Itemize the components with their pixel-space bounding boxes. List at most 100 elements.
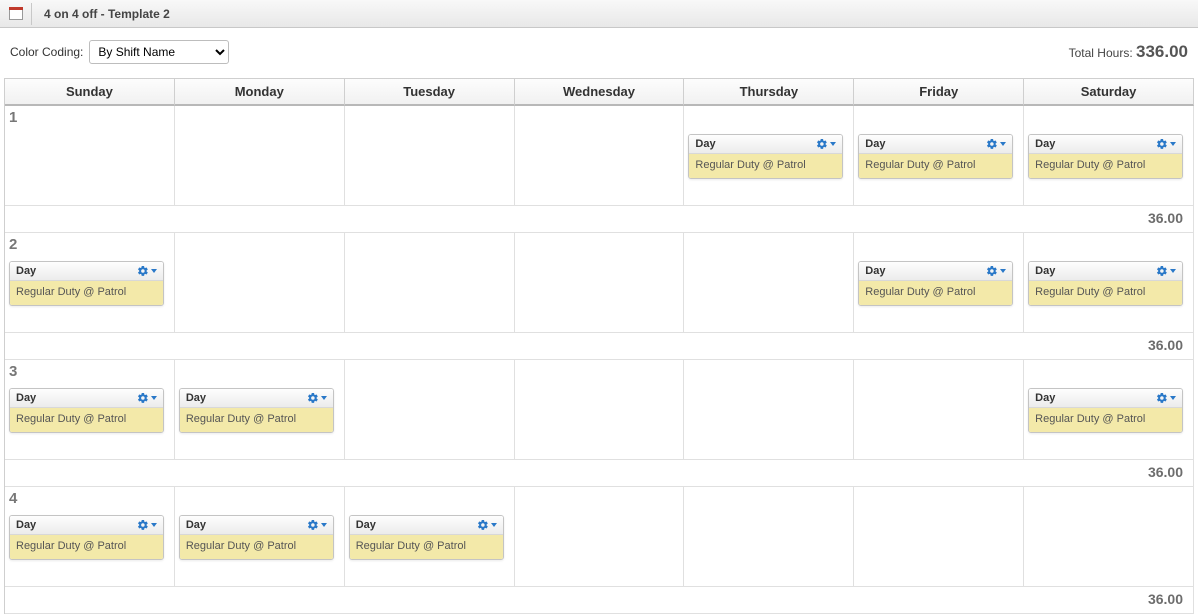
day-header: Wednesday — [515, 79, 685, 106]
day-cell[interactable] — [515, 360, 685, 460]
page-title: 4 on 4 off - Template 2 — [38, 7, 170, 21]
shift-card-header: Day — [689, 135, 842, 154]
chevron-down-icon — [321, 396, 327, 400]
shift-description: Regular Duty @ Patrol — [10, 281, 163, 305]
day-cell[interactable]: DayRegular Duty @ Patrol — [345, 487, 515, 587]
shift-settings-button[interactable] — [137, 519, 157, 531]
day-cell[interactable] — [345, 106, 515, 206]
shift-card-header: Day — [350, 516, 503, 535]
day-cell[interactable] — [1024, 487, 1194, 587]
week-number: 2 — [9, 236, 17, 253]
day-cell[interactable]: DayRegular Duty @ Patrol — [684, 106, 854, 206]
shift-description: Regular Duty @ Patrol — [1029, 408, 1182, 432]
sub-toolbar: Color Coding: By Shift Name Total Hours:… — [0, 28, 1198, 78]
total-hours-label: Total Hours: — [1069, 46, 1133, 60]
shift-card[interactable]: Day Regular Duty @ Patrol — [858, 134, 1013, 179]
shift-settings-button[interactable] — [816, 138, 836, 150]
shift-card[interactable]: DayRegular Duty @ Patrol — [349, 515, 504, 560]
shift-card-header: Day — [10, 516, 163, 535]
week-number: 4 — [9, 490, 17, 507]
day-cell[interactable]: Day Regular Duty @ Patrol — [854, 106, 1024, 206]
day-cell[interactable]: 3 DayRegular Duty @ Patrol — [5, 360, 175, 460]
day-cell[interactable]: Day Regular Duty @ Patrol — [854, 233, 1024, 333]
day-cell[interactable] — [684, 360, 854, 460]
shift-description: Regular Duty @ Patrol — [689, 154, 842, 178]
shift-card[interactable]: Day Regular Duty @ Patrol — [858, 261, 1013, 306]
day-cell[interactable] — [175, 233, 345, 333]
week-number: 3 — [9, 363, 17, 380]
day-cell[interactable] — [345, 233, 515, 333]
shift-card-header: Day — [1029, 389, 1182, 408]
shift-description: Regular Duty @ Patrol — [859, 281, 1012, 305]
day-cell[interactable] — [345, 360, 515, 460]
chevron-down-icon — [1170, 142, 1176, 146]
day-cell[interactable] — [515, 106, 685, 206]
shift-name: Day — [16, 265, 36, 277]
shift-description: Regular Duty @ Patrol — [180, 535, 333, 559]
day-cell[interactable]: Day Regular Duty @ Patrol — [1024, 360, 1194, 460]
shift-card[interactable]: Day Regular Duty @ Patrol — [9, 261, 164, 306]
shift-settings-button[interactable] — [137, 392, 157, 404]
day-cell[interactable]: DayRegular Duty @ Patrol — [1024, 233, 1194, 333]
shift-settings-button[interactable] — [1156, 392, 1176, 404]
shift-card[interactable]: DayRegular Duty @ Patrol — [9, 515, 164, 560]
day-cell[interactable]: Day Regular Duty @ Patrol — [175, 487, 345, 587]
shift-card[interactable]: Day Regular Duty @ Patrol — [1028, 134, 1183, 179]
shift-description: Regular Duty @ Patrol — [859, 154, 1012, 178]
calendar-grid: SundayMondayTuesdayWednesdayThursdayFrid… — [4, 78, 1194, 614]
shift-name: Day — [865, 138, 885, 150]
shift-card[interactable]: Day Regular Duty @ Patrol — [1028, 388, 1183, 433]
color-coding-select[interactable]: By Shift Name — [89, 40, 229, 64]
shift-settings-button[interactable] — [986, 265, 1006, 277]
chevron-down-icon — [830, 142, 836, 146]
day-cell[interactable] — [684, 233, 854, 333]
chevron-down-icon — [491, 523, 497, 527]
shift-description: Regular Duty @ Patrol — [1029, 154, 1182, 178]
shift-settings-button[interactable] — [1156, 265, 1176, 277]
shift-card-header: Day — [180, 516, 333, 535]
day-cell[interactable] — [854, 360, 1024, 460]
day-cell[interactable]: Day Regular Duty @ Patrol — [1024, 106, 1194, 206]
day-cell[interactable]: 2 Day Regular Duty @ Patrol — [5, 233, 175, 333]
shift-name: Day — [1035, 138, 1055, 150]
day-cell[interactable]: Day Regular Duty @ Patrol — [175, 360, 345, 460]
shift-description: Regular Duty @ Patrol — [1029, 281, 1182, 305]
shift-settings-button[interactable] — [986, 138, 1006, 150]
shift-card[interactable]: Day Regular Duty @ Patrol — [179, 388, 334, 433]
day-cell[interactable] — [515, 487, 685, 587]
day-cell[interactable]: 1 — [5, 106, 175, 206]
shift-name: Day — [16, 392, 36, 404]
shift-description: Regular Duty @ Patrol — [180, 408, 333, 432]
shift-card-header: Day — [859, 262, 1012, 281]
shift-name: Day — [865, 265, 885, 277]
shift-name: Day — [1035, 392, 1055, 404]
shift-name: Day — [186, 519, 206, 531]
shift-card-header: Day — [10, 262, 163, 281]
shift-card-header: Day — [1029, 262, 1182, 281]
day-cell[interactable] — [175, 106, 345, 206]
day-cell[interactable]: 4 DayRegular Duty @ Patrol — [5, 487, 175, 587]
chevron-down-icon — [151, 269, 157, 273]
calendar-icon-button[interactable] — [6, 3, 32, 25]
day-cell[interactable] — [854, 487, 1024, 587]
shift-card[interactable]: DayRegular Duty @ Patrol — [1028, 261, 1183, 306]
chevron-down-icon — [151, 396, 157, 400]
shift-settings-button[interactable] — [477, 519, 497, 531]
color-coding-label: Color Coding: — [10, 45, 83, 59]
shift-card[interactable]: Day Regular Duty @ Patrol — [179, 515, 334, 560]
shift-settings-button[interactable] — [307, 519, 327, 531]
shift-settings-button[interactable] — [137, 265, 157, 277]
shift-settings-button[interactable] — [307, 392, 327, 404]
shift-card-header: Day — [859, 135, 1012, 154]
day-cell[interactable] — [515, 233, 685, 333]
shift-card[interactable]: DayRegular Duty @ Patrol — [9, 388, 164, 433]
week-total: 36.00 — [5, 333, 1194, 360]
day-cell[interactable] — [684, 487, 854, 587]
chevron-down-icon — [321, 523, 327, 527]
top-toolbar: 4 on 4 off - Template 2 — [0, 0, 1198, 28]
shift-settings-button[interactable] — [1156, 138, 1176, 150]
shift-name: Day — [186, 392, 206, 404]
shift-card[interactable]: DayRegular Duty @ Patrol — [688, 134, 843, 179]
chevron-down-icon — [1000, 142, 1006, 146]
day-header: Tuesday — [345, 79, 515, 106]
